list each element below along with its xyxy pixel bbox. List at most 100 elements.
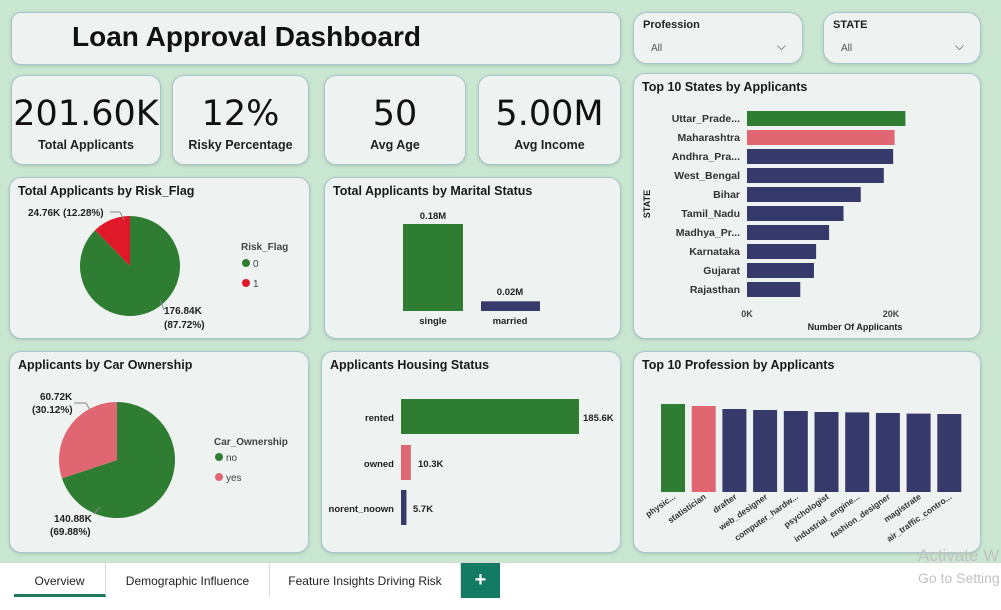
legend-item[interactable]: 1 bbox=[253, 279, 259, 290]
top-states-chart-card[interactable]: Top 10 States by Applicants Uttar_Prade.… bbox=[633, 73, 981, 339]
car-pie bbox=[58, 402, 175, 518]
legend-title: Risk_Flag bbox=[241, 242, 288, 253]
bar-state[interactable] bbox=[747, 149, 894, 164]
kpi-avg-income: 5.00M Avg Income bbox=[478, 75, 621, 165]
category-label: norent_noown bbox=[329, 504, 395, 515]
bar-profession[interactable] bbox=[753, 410, 778, 492]
top-profession-chart-card[interactable]: Top 10 Profession by Applicants physic..… bbox=[633, 351, 981, 553]
risk-pie bbox=[80, 216, 180, 316]
bar-state[interactable] bbox=[747, 187, 861, 202]
tab-feature-insights[interactable]: Feature Insights Driving Risk bbox=[270, 563, 461, 597]
tab-demographic-influence[interactable]: Demographic Influence bbox=[106, 563, 270, 597]
kpi-label: Avg Income bbox=[514, 138, 585, 152]
slice-label: 176.84K bbox=[164, 306, 203, 317]
legend-marker bbox=[215, 473, 223, 481]
kpi-value: 50 bbox=[372, 94, 418, 134]
x-axis-title: Number Of Applicants bbox=[808, 322, 903, 332]
category-label: rented bbox=[365, 413, 394, 424]
title-card: Loan Approval Dashboard bbox=[11, 12, 621, 65]
bar-rented[interactable] bbox=[401, 399, 579, 434]
bar-profession[interactable] bbox=[722, 409, 747, 492]
marital-status-chart: 0.18M 0.02M single married bbox=[403, 211, 540, 327]
bar-single[interactable] bbox=[403, 224, 463, 311]
page-tab-bar: Overview Demographic Influence Feature I… bbox=[0, 562, 1001, 610]
risk-flag-chart-card[interactable]: Total Applicants by Risk_Flag 24.76K (12… bbox=[9, 177, 310, 339]
car-ownership-chart-card[interactable]: Applicants by Car Ownership 60.72K (30.1… bbox=[9, 351, 309, 553]
report-canvas: Loan Approval Dashboard Profession All ⌵… bbox=[0, 0, 1001, 562]
add-page-button[interactable]: + bbox=[461, 563, 500, 598]
bar-owned[interactable] bbox=[401, 445, 411, 480]
bar-state[interactable] bbox=[747, 130, 895, 145]
category-label: Rajasthan bbox=[690, 284, 740, 296]
page-title: Loan Approval Dashboard bbox=[72, 21, 422, 52]
risk-flag-chart: 24.76K (12.28%) 176.84K (87.72%) Risk_Fl… bbox=[28, 208, 288, 331]
slicer-label: Profession bbox=[643, 19, 700, 31]
chevron-down-icon[interactable]: ⌵ bbox=[777, 39, 786, 54]
kpi-value: 5.00M bbox=[495, 94, 604, 134]
slice-label: (30.12%) bbox=[32, 405, 73, 416]
kpi-value: 201.60K bbox=[13, 94, 159, 134]
category-label: West_Bengal bbox=[674, 170, 740, 182]
slicer-value[interactable]: All bbox=[841, 43, 852, 54]
category-label: married bbox=[493, 316, 528, 327]
slice-label: (69.88%) bbox=[50, 527, 91, 538]
kpi-value: 12% bbox=[201, 94, 280, 134]
kpi-risky-percentage: 12% Risky Percentage bbox=[172, 75, 309, 165]
category-label: Bihar bbox=[713, 189, 740, 201]
bar-state[interactable] bbox=[747, 225, 830, 240]
activation-watermark-line1: Activate W bbox=[918, 546, 1000, 565]
bar-profession[interactable] bbox=[814, 412, 839, 492]
category-label: Uttar_Prade... bbox=[672, 113, 740, 125]
state-slicer[interactable]: STATE All ⌵ bbox=[823, 12, 981, 64]
housing-status-chart-card[interactable]: Applicants Housing Status rented owned n… bbox=[321, 351, 621, 553]
bar-state[interactable] bbox=[747, 111, 906, 126]
bar-profession[interactable] bbox=[875, 413, 900, 492]
legend-title: Car_Ownership bbox=[214, 437, 288, 448]
bar-state[interactable] bbox=[747, 206, 844, 221]
legend-marker bbox=[242, 259, 250, 267]
tab-overview[interactable]: Overview bbox=[14, 563, 106, 597]
legend-marker bbox=[242, 279, 250, 287]
car-ownership-chart: 60.72K (30.12%) 140.88K (69.88%) Car_Own… bbox=[32, 392, 288, 538]
slice-label: 60.72K bbox=[40, 392, 73, 403]
slicer-value[interactable]: All bbox=[651, 43, 662, 54]
marital-status-chart-card[interactable]: Total Applicants by Marital Status 0.18M… bbox=[324, 177, 621, 339]
slice-label: (87.72%) bbox=[164, 320, 205, 331]
category-label: Karnataka bbox=[689, 246, 740, 258]
profession-slicer[interactable]: Profession All ⌵ bbox=[633, 12, 803, 64]
bar-state[interactable] bbox=[747, 168, 884, 183]
slice-label: 140.88K bbox=[54, 514, 93, 525]
slicer-label: STATE bbox=[833, 19, 868, 31]
category-label: Gujarat bbox=[703, 265, 740, 277]
legend-item[interactable]: 0 bbox=[253, 259, 259, 270]
bar-profession[interactable] bbox=[661, 404, 685, 492]
category-label: owned bbox=[364, 459, 394, 470]
data-label: 0.18M bbox=[420, 211, 446, 222]
legend-item[interactable]: no bbox=[226, 453, 238, 464]
kpi-label: Risky Percentage bbox=[188, 138, 293, 152]
x-tick: 0K bbox=[741, 309, 753, 319]
bar-norent_noown[interactable] bbox=[401, 490, 407, 525]
leader-line bbox=[85, 402, 91, 411]
bar-profession[interactable] bbox=[906, 413, 931, 492]
data-label: 5.7K bbox=[413, 504, 433, 515]
kpi-label: Avg Age bbox=[370, 138, 420, 152]
category-label: Andhra_Pra... bbox=[672, 151, 740, 163]
bar-state[interactable] bbox=[747, 282, 801, 297]
bar-profession[interactable] bbox=[937, 414, 962, 492]
chevron-down-icon[interactable]: ⌵ bbox=[955, 39, 964, 54]
housing-status-chart: rented owned norent_noown 185.6K 10.3K 5… bbox=[329, 399, 614, 525]
bar-state[interactable] bbox=[747, 263, 814, 278]
top-profession-chart: physic...statistician drafterweb_designer… bbox=[644, 404, 962, 544]
bar-state[interactable] bbox=[747, 244, 817, 259]
slice-label: 24.76K (12.28%) bbox=[28, 208, 104, 219]
bar-profession[interactable] bbox=[845, 412, 870, 492]
data-label: 0.02M bbox=[497, 287, 523, 298]
bar-married[interactable] bbox=[481, 301, 540, 311]
category-label: single bbox=[419, 316, 446, 327]
bar-profession[interactable] bbox=[691, 406, 716, 492]
profession-bars: physic...statistician drafterweb_designer… bbox=[644, 404, 962, 544]
x-tick: 20K bbox=[883, 309, 900, 319]
bar-profession[interactable] bbox=[783, 411, 808, 492]
legend-item[interactable]: yes bbox=[226, 473, 242, 484]
